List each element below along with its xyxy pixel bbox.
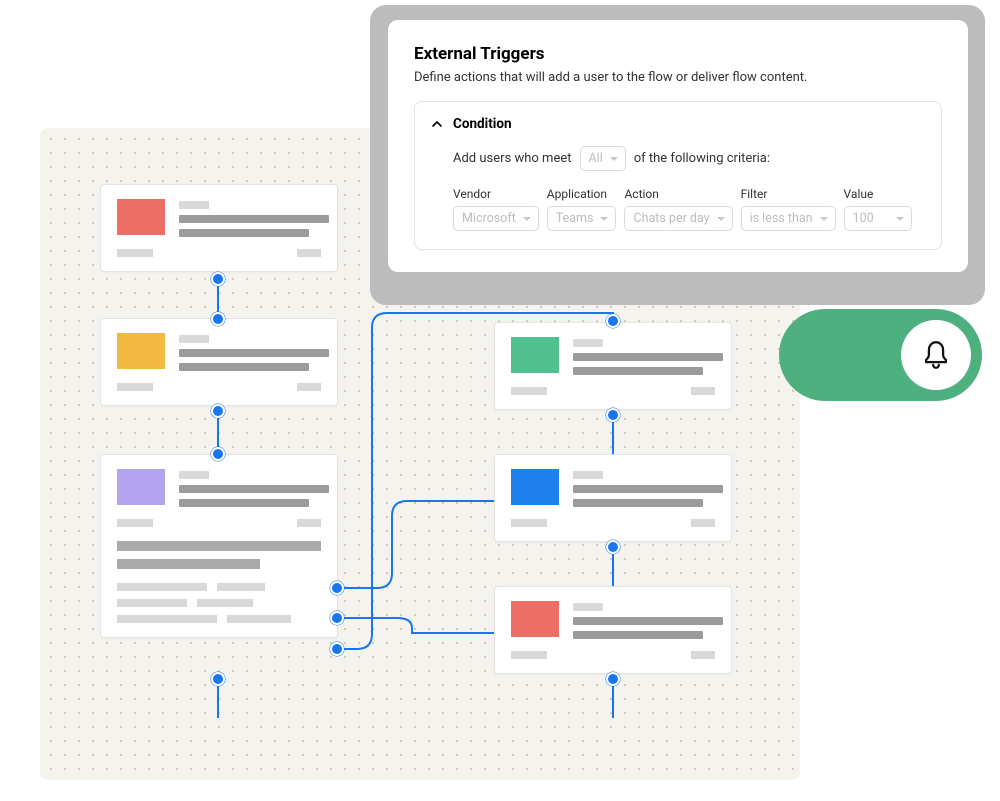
connection-dot[interactable] (211, 672, 225, 686)
placeholder-line (179, 485, 329, 493)
placeholder-line (117, 599, 187, 607)
placeholder-line (573, 471, 603, 479)
placeholder-line (691, 651, 715, 659)
criteria-post-text: of the following criteria: (634, 151, 770, 166)
connection-dot[interactable] (330, 611, 344, 625)
connection-dot[interactable] (606, 672, 620, 686)
connection-dot[interactable] (211, 312, 225, 326)
filter-select[interactable]: is less than (741, 206, 836, 231)
placeholder-line (179, 471, 209, 479)
placeholder-line (573, 617, 723, 625)
placeholder-line (179, 349, 329, 357)
placeholder-line (297, 383, 321, 391)
placeholder-line (511, 387, 547, 395)
placeholder-line (511, 519, 547, 527)
placeholder-line (179, 499, 309, 507)
application-select[interactable]: Teams (547, 206, 617, 231)
placeholder-line (179, 201, 209, 209)
field-label-application: Application (547, 187, 617, 201)
placeholder-line (573, 339, 603, 347)
condition-heading: Condition (453, 116, 512, 132)
bell-icon (919, 338, 953, 372)
placeholder-line (117, 541, 321, 551)
placeholder-line (117, 383, 153, 391)
connection-dot[interactable] (330, 642, 344, 656)
external-triggers-panel: External Triggers Define actions that wi… (388, 20, 968, 272)
connection-dot[interactable] (330, 581, 344, 595)
condition-toggle[interactable]: Condition (431, 116, 925, 132)
flow-node-card[interactable] (494, 322, 732, 410)
match-mode-select[interactable]: All (580, 146, 626, 171)
field-label-filter: Filter (741, 187, 836, 201)
node-color-swatch (117, 469, 165, 505)
placeholder-line (197, 599, 253, 607)
placeholder-line (117, 583, 207, 591)
node-color-swatch (511, 601, 559, 637)
node-color-swatch (511, 337, 559, 373)
placeholder-line (573, 499, 703, 507)
node-color-swatch (511, 469, 559, 505)
bell-icon-circle (901, 320, 971, 390)
criteria-pre-text: Add users who meet (453, 151, 572, 166)
flow-node-card[interactable] (494, 586, 732, 674)
field-label-vendor: Vendor (453, 187, 539, 201)
connection-dot[interactable] (211, 404, 225, 418)
placeholder-line (179, 363, 309, 371)
connection-dot[interactable] (211, 272, 225, 286)
vendor-select[interactable]: Microsoft (453, 206, 539, 231)
placeholder-line (573, 603, 603, 611)
placeholder-line (297, 249, 321, 257)
connection-dot[interactable] (211, 447, 225, 461)
flow-node-card-expanded[interactable] (100, 454, 338, 638)
placeholder-line (179, 215, 329, 223)
flow-node-card[interactable] (100, 184, 338, 272)
chevron-up-icon (431, 118, 443, 130)
placeholder-line (573, 485, 723, 493)
placeholder-line (117, 249, 153, 257)
placeholder-line (227, 615, 291, 623)
connection-dot[interactable] (606, 408, 620, 422)
action-select[interactable]: Chats per day (624, 206, 732, 231)
notification-pill[interactable] (779, 309, 982, 401)
panel-subtitle: Define actions that will add a user to t… (414, 70, 942, 85)
condition-box: Condition Add users who meet All of the … (414, 101, 942, 250)
placeholder-line (179, 229, 309, 237)
flow-node-card[interactable] (494, 454, 732, 542)
connection-dot[interactable] (606, 540, 620, 554)
placeholder-line (117, 559, 260, 569)
placeholder-line (691, 519, 715, 527)
placeholder-line (297, 519, 321, 527)
node-color-swatch (117, 199, 165, 235)
placeholder-line (573, 631, 703, 639)
placeholder-line (691, 387, 715, 395)
placeholder-line (511, 651, 547, 659)
placeholder-line (573, 353, 723, 361)
placeholder-line (117, 615, 217, 623)
placeholder-line (573, 367, 703, 375)
placeholder-line (117, 519, 153, 527)
field-label-action: Action (624, 187, 732, 201)
panel-title: External Triggers (414, 44, 942, 64)
connection-dot[interactable] (606, 314, 620, 328)
placeholder-line (179, 335, 209, 343)
placeholder-line (217, 583, 265, 591)
flow-node-card[interactable] (100, 318, 338, 406)
value-select[interactable]: 100 (844, 206, 912, 231)
node-color-swatch (117, 333, 165, 369)
field-label-value: Value (844, 187, 912, 201)
